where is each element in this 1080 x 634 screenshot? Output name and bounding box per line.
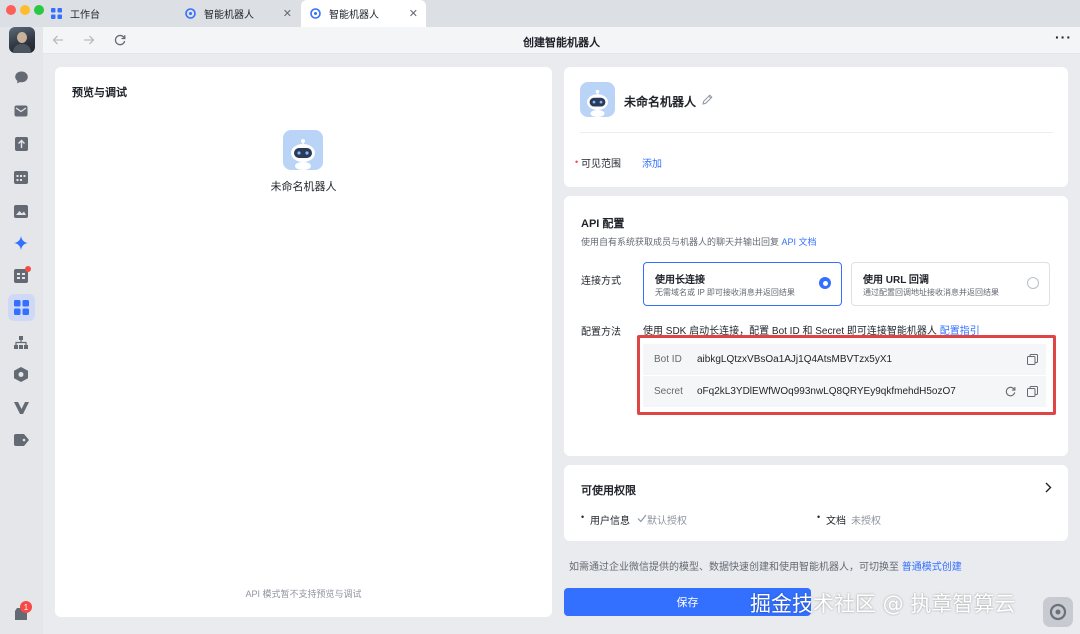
option-url-callback[interactable]: 使用 URL 回调 通过配置回调地址接收消息并返回结果	[851, 262, 1050, 306]
tab-label: 工作台	[70, 10, 100, 21]
preview-footer-note: API 模式暂不支持预览与调试	[245, 589, 362, 599]
api-config-card: API 配置 使用自有系统获取成员与机器人的聊天并输出回复 API 文档 连接方…	[564, 196, 1068, 456]
tab-label: 智能机器人	[329, 10, 379, 21]
tab-workbench[interactable]: 工作台	[50, 0, 175, 27]
upload-icon[interactable]	[13, 136, 29, 152]
close-icon[interactable]: ✕	[409, 7, 418, 20]
api-doc-link[interactable]: API 文档	[782, 237, 817, 247]
switch-mode-link[interactable]: 普通模式创建	[902, 562, 962, 573]
more-icon[interactable]: ···	[1055, 29, 1072, 45]
divider	[580, 132, 1053, 133]
workplace-icon[interactable]	[8, 294, 35, 321]
close-icon[interactable]: ✕	[283, 7, 292, 20]
bot-info-card: 未命名机器人 • 可见范围 添加	[564, 67, 1068, 187]
bot-avatar[interactable]	[580, 82, 615, 117]
preview-panel: 预览与调试 未命名机器人 API 模式暂不支持预览与调试	[55, 67, 552, 617]
page-title: 创建智能机器人	[523, 37, 600, 49]
chevron-right-icon[interactable]	[1044, 482, 1052, 496]
v-logo-icon[interactable]	[13, 400, 29, 416]
image-icon[interactable]	[13, 203, 29, 219]
footer-note: 如需通过企业微信提供的模型、数据快速创建和使用智能机器人，可切换至 普通模式创建	[569, 562, 962, 573]
chat-icon[interactable]	[13, 69, 29, 85]
method-label: 配置方法	[581, 327, 621, 338]
watermark-logo-icon	[1043, 597, 1073, 627]
user-info-status: 默认授权	[647, 516, 687, 527]
bot-logo-icon	[184, 8, 196, 20]
docs-status: 未授权	[851, 516, 881, 527]
visibility-label: 可见范围	[581, 159, 621, 170]
user-info-label: 用户信息	[590, 516, 630, 527]
notification-badge: 1	[20, 601, 32, 613]
option-desc: 通过配置回调地址接收消息并返回结果	[863, 288, 999, 297]
bot-avatar	[283, 130, 323, 170]
required-mark: •	[575, 157, 579, 167]
option-long-connection[interactable]: 使用长连接 无需域名或 IP 即可接收消息并返回结果	[643, 262, 842, 306]
sidebar: 1	[0, 27, 43, 634]
preview-title: 预览与调试	[72, 87, 127, 99]
add-visibility-link[interactable]: 添加	[642, 155, 662, 170]
connection-label: 连接方式	[581, 276, 621, 287]
permissions-card: 可使用权限 • 用户信息 默认授权 • 文档 未授权	[564, 465, 1068, 541]
preview-bot-name: 未命名机器人	[270, 181, 337, 193]
mail-icon[interactable]	[13, 103, 29, 119]
grid-icon	[50, 8, 62, 20]
highlight-box	[637, 335, 1056, 415]
sparkle-icon[interactable]	[13, 235, 29, 251]
toolbar: 创建智能机器人 ···	[43, 27, 1080, 54]
org-chart-icon[interactable]	[13, 334, 29, 350]
watermark-text: 掘金技术社区 @ 执章智算云	[750, 592, 1016, 616]
bot-logo-icon	[309, 8, 321, 20]
tab-bot-2[interactable]: 智能机器人 ✕	[301, 0, 426, 27]
calendar-icon[interactable]	[13, 169, 29, 185]
api-config-title: API 配置	[581, 218, 625, 230]
tag-icon[interactable]	[13, 432, 29, 448]
window-minimize-button[interactable]	[20, 5, 30, 15]
bullet: •	[817, 512, 821, 522]
tab-bot-1[interactable]: 智能机器人 ✕	[176, 0, 300, 27]
option-title: 使用长连接	[655, 275, 705, 286]
bullet: •	[581, 512, 585, 522]
hexagon-icon[interactable]	[13, 366, 29, 382]
api-config-description: 使用自有系统获取成员与机器人的聊天并输出回复 API 文档	[581, 237, 817, 247]
bot-name: 未命名机器人	[624, 95, 697, 109]
docs-label: 文档	[826, 516, 846, 527]
option-desc: 无需域名或 IP 即可接收消息并返回结果	[655, 288, 795, 297]
permissions-title: 可使用权限	[581, 485, 636, 497]
option-title: 使用 URL 回调	[863, 275, 929, 286]
check-icon	[637, 512, 647, 526]
radio-unchecked-icon[interactable]	[1027, 277, 1039, 289]
edit-icon[interactable]	[702, 94, 713, 108]
window-close-button[interactable]	[6, 5, 16, 15]
tab-strip: 工作台 智能机器人 ✕ 智能机器人 ✕	[0, 0, 1080, 27]
window-zoom-button[interactable]	[34, 5, 44, 15]
notification-dot	[25, 266, 31, 272]
avatar[interactable]	[9, 27, 35, 53]
tab-label: 智能机器人	[204, 10, 254, 21]
radio-checked-icon[interactable]	[819, 277, 831, 289]
